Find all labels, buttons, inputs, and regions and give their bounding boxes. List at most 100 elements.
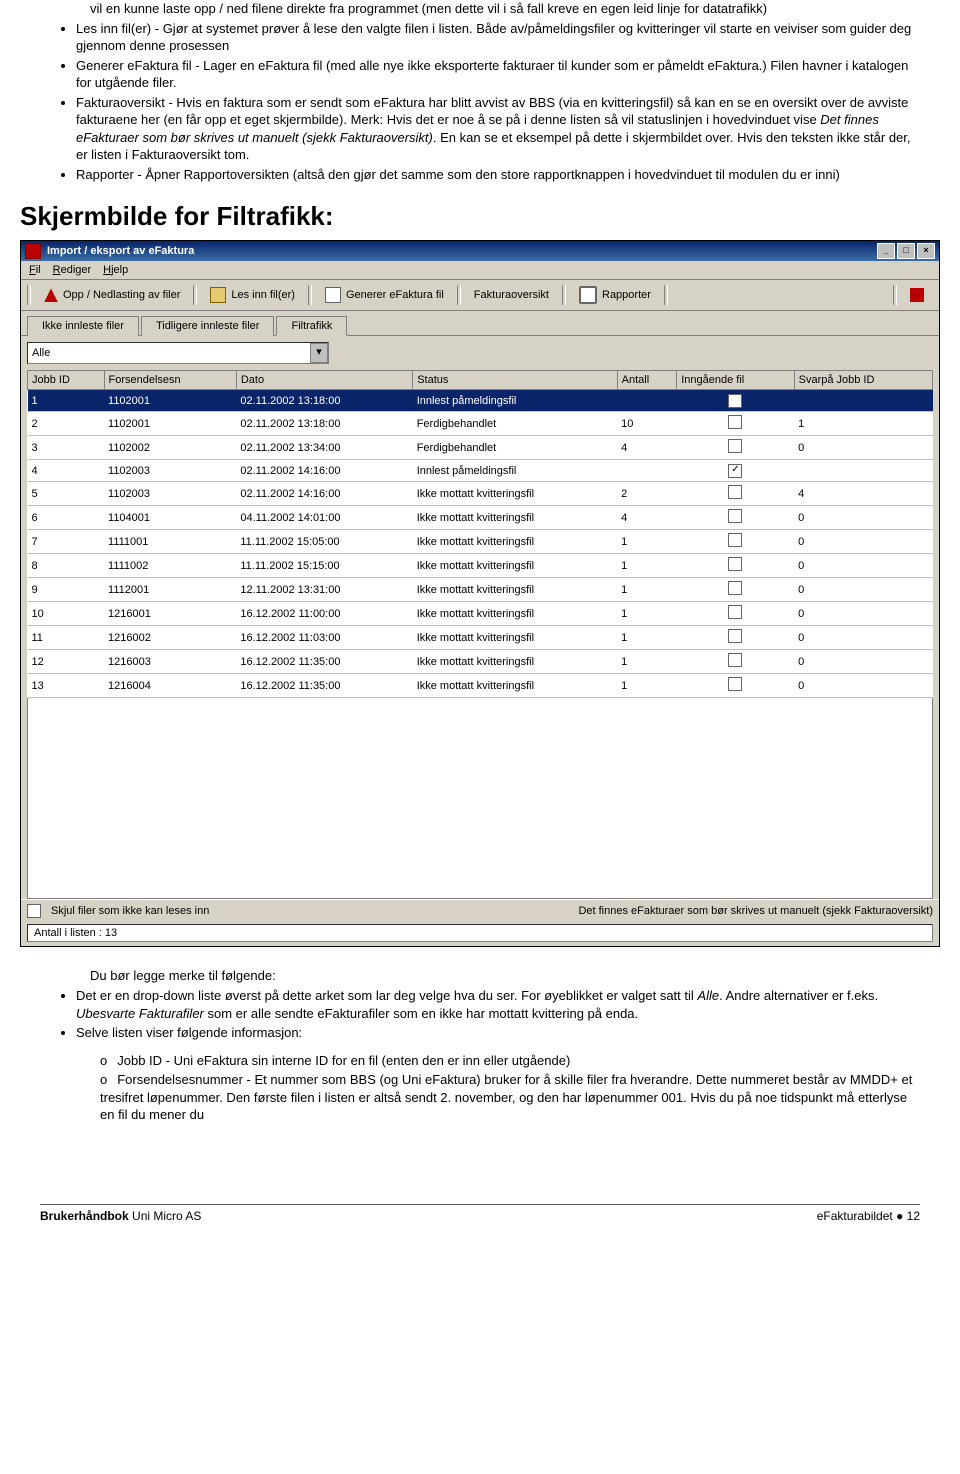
col-dato[interactable]: Dato <box>236 371 412 390</box>
close-button[interactable]: × <box>917 243 935 259</box>
bullet-item: Les inn fil(er) - Gjør at systemet prøve… <box>76 20 920 55</box>
bullet-item: Generer eFaktura fil - Lager en eFaktura… <box>76 57 920 92</box>
table-row[interactable]: 8111100211.11.2002 15:15:00Ikke mottatt … <box>28 554 933 578</box>
inngaaende-checkbox[interactable] <box>728 653 742 667</box>
skjul-checkbox[interactable] <box>27 904 41 918</box>
separator <box>193 285 197 305</box>
col-svarpaa[interactable]: Svarpå Jobb ID <box>794 371 932 390</box>
table-cell: Ikke mottatt kvitteringsfil <box>413 482 617 506</box>
table-cell: 0 <box>794 554 932 578</box>
opp-nedlasting-button[interactable]: Opp / Nedlasting av filer <box>33 284 191 306</box>
after-lead: Du bør legge merke til følgende: <box>90 967 920 985</box>
table-cell: 1216002 <box>104 626 236 650</box>
rapporter-button[interactable]: Rapporter <box>568 282 662 308</box>
inngaaende-checkbox[interactable] <box>728 605 742 619</box>
alert-icon <box>44 288 58 302</box>
inngaaende-checkbox[interactable] <box>728 677 742 691</box>
table-cell <box>677 554 794 578</box>
table-cell: Ferdigbehandlet <box>413 436 617 460</box>
table-row[interactable]: 1110200102.11.2002 13:18:00Innlest påmel… <box>28 390 933 412</box>
table-cell: 1216004 <box>104 674 236 698</box>
tab-strip: Ikke innleste filer Tidligere innleste f… <box>21 311 939 336</box>
tab-tidligere[interactable]: Tidligere innleste filer <box>141 316 275 336</box>
inngaaende-checkbox[interactable] <box>728 581 742 595</box>
table-cell <box>677 482 794 506</box>
status-bar: Skjul filer som ikke kan leses inn Det f… <box>21 899 939 922</box>
sub-bullets: Jobb ID - Uni eFaktura sin interne ID fo… <box>40 1052 920 1124</box>
bullet-item: Selve listen viser følgende informasjon: <box>76 1024 920 1042</box>
table-row[interactable]: 13121600416.12.2002 11:35:00Ikke mottatt… <box>28 674 933 698</box>
fakturaoversikt-button[interactable]: Fakturaoversikt <box>463 285 560 305</box>
table-cell: Ikke mottatt kvitteringsfil <box>413 554 617 578</box>
menu-hjelp[interactable]: Hjelp <box>103 264 128 276</box>
filter-row: Alle ▾ <box>21 336 939 370</box>
table-cell <box>677 674 794 698</box>
inngaaende-checkbox[interactable] <box>728 485 742 499</box>
col-jobb-id[interactable]: Jobb ID <box>28 371 105 390</box>
skjul-label: Skjul filer som ikke kan leses inn <box>51 905 209 917</box>
btn-label: Rapporter <box>602 289 651 301</box>
sub-item: Jobb ID - Uni eFaktura sin interne ID fo… <box>100 1052 920 1070</box>
table-cell: Ikke mottatt kvitteringsfil <box>413 650 617 674</box>
separator <box>27 285 31 305</box>
table-row[interactable]: 11121600216.12.2002 11:03:00Ikke mottatt… <box>28 626 933 650</box>
table-cell <box>677 506 794 530</box>
table-row[interactable]: 4110200302.11.2002 14:16:00Innlest påmel… <box>28 460 933 482</box>
table-cell <box>677 530 794 554</box>
table-cell: 1216003 <box>104 650 236 674</box>
table-row[interactable]: 9111200112.11.2002 13:31:00Ikke mottatt … <box>28 578 933 602</box>
table-cell: 0 <box>794 602 932 626</box>
btn-label: Opp / Nedlasting av filer <box>63 289 180 301</box>
inngaaende-checkbox[interactable] <box>728 533 742 547</box>
col-antall[interactable]: Antall <box>617 371 677 390</box>
maximize-button[interactable]: □ <box>897 243 915 259</box>
table-cell <box>677 578 794 602</box>
table-cell: Ikke mottatt kvitteringsfil <box>413 506 617 530</box>
text: Det er en drop-down liste øverst på dett… <box>76 988 697 1003</box>
table-row[interactable]: 12121600316.12.2002 11:35:00Ikke mottatt… <box>28 650 933 674</box>
table-cell: 1 <box>794 412 932 436</box>
menu-rediger[interactable]: Rediger <box>53 264 92 276</box>
inngaaende-checkbox[interactable] <box>728 394 742 408</box>
table-cell: 02.11.2002 14:16:00 <box>236 482 412 506</box>
filter-dropdown[interactable]: Alle ▾ <box>27 342 329 364</box>
table-row[interactable]: 2110200102.11.2002 13:18:00Ferdigbehandl… <box>28 412 933 436</box>
exit-button[interactable]: → <box>899 284 935 306</box>
col-status[interactable]: Status <box>413 371 617 390</box>
tab-filtrafikk[interactable]: Filtrafikk <box>276 316 347 336</box>
table-cell: 7 <box>28 530 105 554</box>
inngaaende-checkbox[interactable] <box>728 509 742 523</box>
les-inn-button[interactable]: Les inn fil(er) <box>199 283 306 307</box>
btn-label: Les inn fil(er) <box>231 289 295 301</box>
inngaaende-checkbox[interactable] <box>728 439 742 453</box>
table-cell: 11.11.2002 15:15:00 <box>236 554 412 578</box>
table-row[interactable]: 6110400104.11.2002 14:01:00Ikke mottatt … <box>28 506 933 530</box>
table-row[interactable]: 7111100111.11.2002 15:05:00Ikke mottatt … <box>28 530 933 554</box>
table-row[interactable]: 10121600116.12.2002 11:00:00Ikke mottatt… <box>28 602 933 626</box>
table-cell <box>677 412 794 436</box>
table-cell: 8 <box>28 554 105 578</box>
table-row[interactable]: 5110200302.11.2002 14:16:00Ikke mottatt … <box>28 482 933 506</box>
table-cell <box>677 602 794 626</box>
table-cell: 10 <box>28 602 105 626</box>
table-cell: 1102001 <box>104 412 236 436</box>
table-cell: Ikke mottatt kvitteringsfil <box>413 530 617 554</box>
menu-fil[interactable]: Fil <box>29 264 41 276</box>
table-cell <box>617 390 677 412</box>
inngaaende-checkbox[interactable] <box>728 464 742 478</box>
document-icon <box>325 287 341 303</box>
generer-button[interactable]: Generer eFaktura fil <box>314 283 455 307</box>
table-cell: 4 <box>794 482 932 506</box>
inngaaende-checkbox[interactable] <box>728 415 742 429</box>
inngaaende-checkbox[interactable] <box>728 629 742 643</box>
table-cell: 0 <box>794 626 932 650</box>
tab-ikke-innleste[interactable]: Ikke innleste filer <box>27 316 139 336</box>
inngaaende-checkbox[interactable] <box>728 557 742 571</box>
col-forsendelse[interactable]: Forsendelsesn <box>104 371 236 390</box>
minimize-button[interactable]: _ <box>877 243 895 259</box>
table-header-row: Jobb ID Forsendelsesn Dato Status Antall… <box>28 371 933 390</box>
col-inngaaende[interactable]: Inngående fil <box>677 371 794 390</box>
table-row[interactable]: 3110200202.11.2002 13:34:00Ferdigbehandl… <box>28 436 933 460</box>
bullet-item: Rapporter - Åpner Rapportoversikten (alt… <box>76 166 920 184</box>
table-cell: 3 <box>28 436 105 460</box>
